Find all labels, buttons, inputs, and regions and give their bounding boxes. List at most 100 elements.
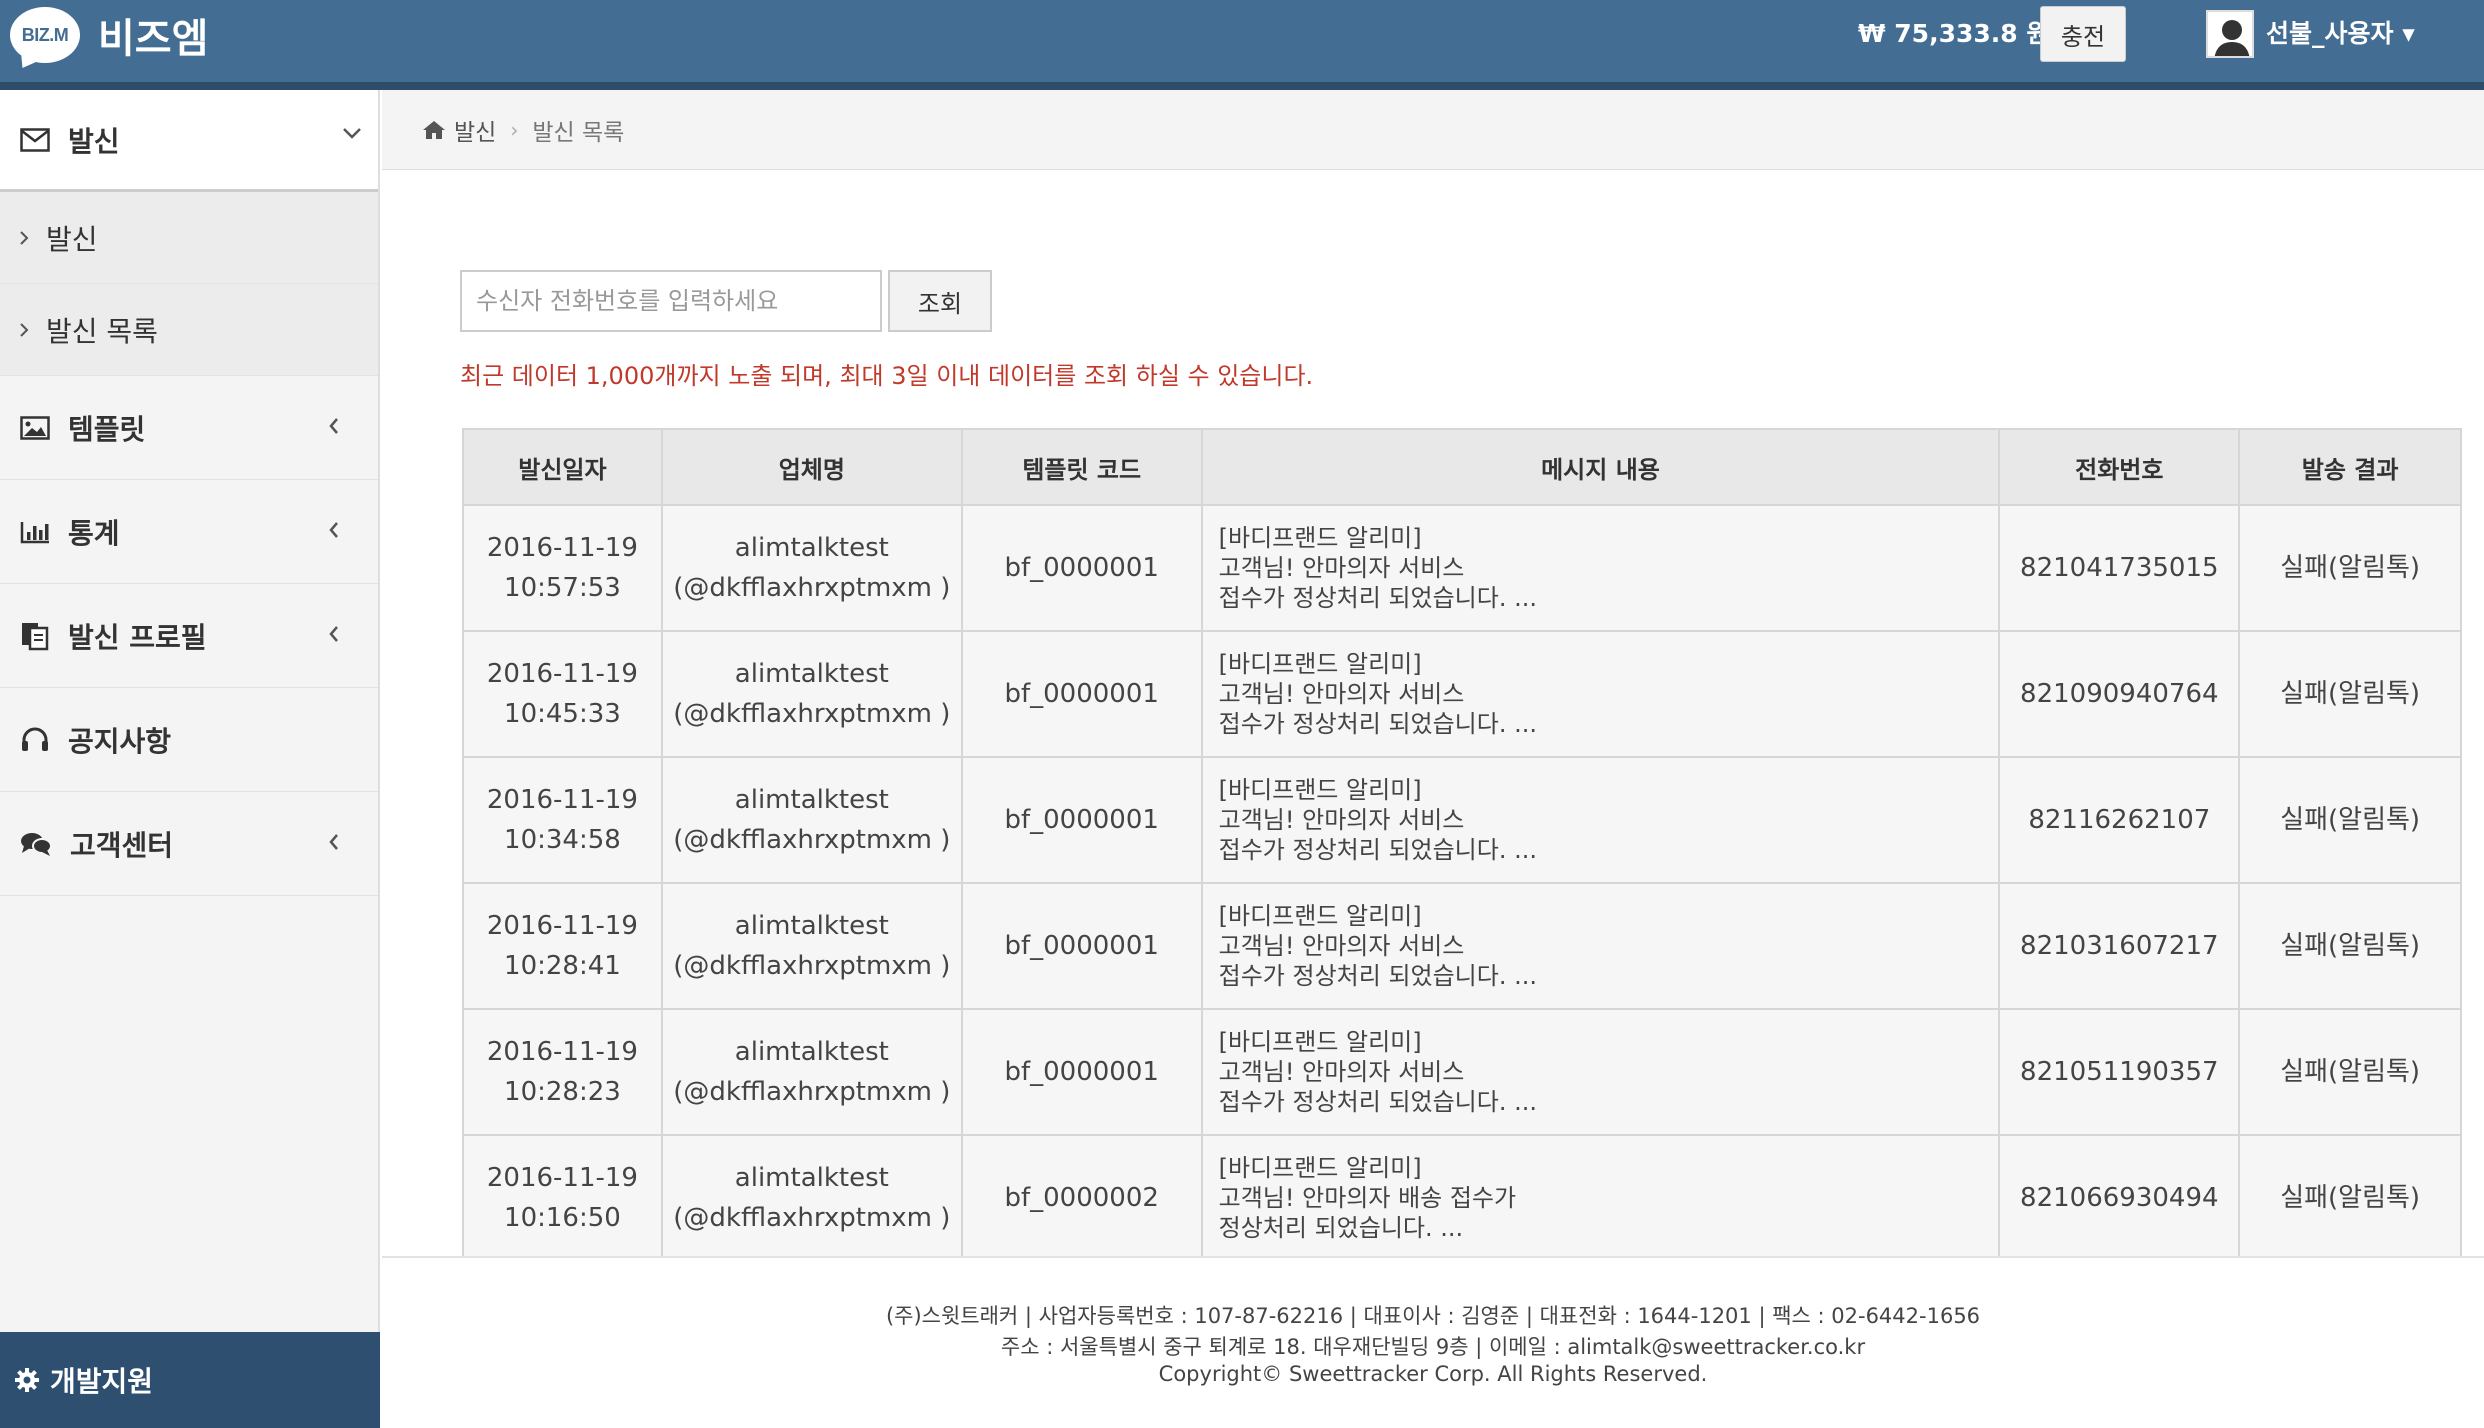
bar-chart-icon xyxy=(20,521,49,543)
sidebar-item-customer-center[interactable]: 고객센터 xyxy=(0,792,378,896)
message-cell: [바디프랜드 알리미] 고객님! 안마의자 서비스 접수가 정상처리 되었습니다. … xyxy=(1200,504,2001,632)
company-cell: alimtalktest (@dkfflaxhrxptmxm ) xyxy=(660,1134,963,1262)
sidebar-item-template[interactable]: 템플릿 xyxy=(0,376,378,480)
breadcrumb-current: 발신 목록 xyxy=(532,119,625,146)
table-row[interactable]: 2016-11-19 10:28:23 alimtalktest (@dkfflax… xyxy=(462,1008,2462,1136)
notice-text: 최근 데이터 1,000개까지 노출 되며, 최대 3일 이내 데이터를 조회 … xyxy=(460,362,1314,390)
sidebar-subitem-send-list[interactable]: 발신 목록 xyxy=(0,284,378,376)
user-menu[interactable]: 선불_사용자 ▾ xyxy=(2266,14,2415,50)
company-cell: alimtalktest (@dkfflaxhrxptmxm ) xyxy=(660,1008,963,1136)
search-button[interactable]: 조회 xyxy=(888,270,992,332)
message-line: 정상처리 되었습니다. ... xyxy=(1218,1214,1464,1242)
message-line: 고객님! 안마의자 서비스 xyxy=(1218,932,1465,960)
table-row[interactable]: 2016-11-19 10:16:50 alimtalktest (@dkfflax… xyxy=(462,1134,2462,1262)
headset-icon xyxy=(22,727,48,751)
chevron-left-icon xyxy=(329,522,338,538)
send-list-table: 발신일자 업체명 템플릿 코드 메시지 내용 전화번호 발송 결과 2016-1… xyxy=(462,428,2462,1262)
sidebar-item-sender-profile[interactable]: 발신 프로필 xyxy=(0,584,378,688)
company-name: alimtalktest xyxy=(734,1037,889,1067)
message-line: 고객님! 안마의자 서비스 xyxy=(1218,554,1465,582)
footer-address: 주소 : 서울특별시 중구 퇴계로 18. 대우재단빌딩 9층 | 이메일 : … xyxy=(1000,1335,1866,1359)
column-header: 전화번호 xyxy=(1998,428,2241,506)
phone-cell: 821051190357 xyxy=(1998,1008,2241,1136)
footer-copyright: Copyright© Sweettracker Corp. All Rights… xyxy=(1158,1362,1708,1386)
message-line: [바디프랜드 알리미] xyxy=(1218,1028,1422,1056)
company-cell: alimtalktest (@dkfflaxhrxptmxm ) xyxy=(660,756,963,884)
company-name: alimtalktest xyxy=(734,785,889,815)
phone-cell: 821090940764 xyxy=(1998,630,2241,758)
time-text: 10:28:23 xyxy=(504,1077,621,1107)
sidebar-item-statistics[interactable]: 통계 xyxy=(0,480,378,584)
table-row[interactable]: 2016-11-19 10:28:41 alimtalktest (@dkfflax… xyxy=(462,882,2462,1010)
sidebar-subitem-send[interactable]: 발신 xyxy=(0,192,378,284)
date-text: 2016-11-19 xyxy=(486,785,638,815)
template-cell: bf_0000001 xyxy=(960,756,1203,884)
chevron-left-icon xyxy=(329,834,338,850)
envelope-icon xyxy=(20,127,50,152)
breadcrumb-home[interactable]: 발신 xyxy=(454,113,496,147)
sidebar-item-label: 발신 프로필 xyxy=(68,620,207,654)
logo-text: 비즈엠 xyxy=(98,16,209,62)
dev-support-button[interactable]: 개발지원 xyxy=(0,1332,380,1428)
company-name: alimtalktest xyxy=(734,533,889,563)
home-icon[interactable] xyxy=(422,120,446,140)
top-bar: BIZ.M 비즈엠 ₩ 75,333.8 원 충전 선불_사용자 ▾ xyxy=(0,0,2484,82)
message-line: 고객님! 안마의자 서비스 xyxy=(1218,680,1465,708)
column-header: 발송 결과 xyxy=(2238,428,2462,506)
phone-cell: 82116262107 xyxy=(1998,756,2241,884)
company-id: (@dkfflaxhrxptmxm ) xyxy=(673,699,951,729)
charge-button[interactable]: 충전 xyxy=(2040,6,2126,62)
sidebar-subitem-label: 발신 목록 xyxy=(46,314,158,348)
template-cell: bf_0000001 xyxy=(960,630,1203,758)
date-text: 2016-11-19 xyxy=(486,1163,638,1193)
message-line: 접수가 정상처리 되었습니다. ... xyxy=(1218,836,1537,864)
message-line: 접수가 정상처리 되었습니다. ... xyxy=(1218,710,1537,738)
sidebar-item-label: 템플릿 xyxy=(68,412,146,446)
date-text: 2016-11-19 xyxy=(486,533,638,563)
search-input[interactable] xyxy=(460,270,882,332)
message-line: [바디프랜드 알리미] xyxy=(1218,1154,1422,1182)
document-icon xyxy=(22,622,49,650)
user-silhouette-icon xyxy=(2208,12,2252,56)
message-cell: [바디프랜드 알리미] 고객님! 안마의자 서비스 접수가 정상처리 되었습니다. … xyxy=(1200,882,2001,1010)
message-line: 고객님! 안마의자 배송 접수가 xyxy=(1218,1184,1517,1212)
message-cell: [바디프랜드 알리미] 고객님! 안마의자 서비스 접수가 정상처리 되었습니다. … xyxy=(1200,1008,2001,1136)
sidebar-item-label: 고객센터 xyxy=(70,828,174,862)
message-line: [바디프랜드 알리미] xyxy=(1218,776,1422,804)
sidebar-item-notice[interactable]: 공지사항 xyxy=(0,688,378,792)
logo-mark: BIZ.M xyxy=(21,24,69,45)
company-name: alimtalktest xyxy=(734,911,889,941)
message-line: 고객님! 안마의자 서비스 xyxy=(1218,806,1465,834)
image-icon xyxy=(20,415,50,440)
company-cell: alimtalktest (@dkfflaxhrxptmxm ) xyxy=(660,630,963,758)
breadcrumb: 발신 › 발신 목록 xyxy=(382,90,2484,170)
chat-icon xyxy=(21,832,52,856)
dev-support-label: 개발지원 xyxy=(50,1365,154,1398)
sidebar-subitem-label: 발신 xyxy=(46,222,98,256)
time-text: 10:34:58 xyxy=(504,825,621,855)
message-line: [바디프랜드 알리미] xyxy=(1218,902,1422,930)
logo[interactable]: BIZ.M 비즈엠 xyxy=(10,6,208,64)
result-cell: 실패(알림톡) xyxy=(2238,1008,2462,1136)
chevron-down-icon xyxy=(343,128,361,139)
phone-cell: 821041735015 xyxy=(1998,504,2241,632)
result-cell: 실패(알림톡) xyxy=(2238,1134,2462,1262)
result-cell: 실패(알림톡) xyxy=(2238,882,2462,1010)
table-row[interactable]: 2016-11-19 10:45:33 alimtalktest (@dkfflax… xyxy=(462,630,2462,758)
time-text: 10:16:50 xyxy=(504,1203,621,1233)
table-row[interactable]: 2016-11-19 10:57:53 alimtalktest (@dkfflax… xyxy=(462,504,2462,632)
company-name: alimtalktest xyxy=(734,1163,889,1193)
company-id: (@dkfflaxhrxptmxm ) xyxy=(673,1203,951,1233)
sidebar-item-send[interactable]: 발신 xyxy=(0,90,378,192)
chevron-right-icon xyxy=(20,230,29,245)
sidebar: 발신 발신 발신 목록 템플릿 통계 발신 프로필 공지사항 고객센터 xyxy=(0,90,380,1428)
company-id: (@dkfflaxhrxptmxm ) xyxy=(673,1077,951,1107)
table-row[interactable]: 2016-11-19 10:34:58 alimtalktest (@dkfflax… xyxy=(462,756,2462,884)
chevron-right-icon xyxy=(20,322,29,337)
table-header-row: 발신일자 업체명 템플릿 코드 메시지 내용 전화번호 발송 결과 xyxy=(462,428,2462,506)
logo-bubble: BIZ.M xyxy=(10,7,80,63)
date-cell: 2016-11-19 10:16:50 xyxy=(462,1134,663,1262)
message-cell: [바디프랜드 알리미] 고객님! 안마의자 서비스 접수가 정상처리 되었습니다. … xyxy=(1200,630,2001,758)
avatar[interactable] xyxy=(2206,10,2254,58)
date-text: 2016-11-19 xyxy=(486,659,638,689)
